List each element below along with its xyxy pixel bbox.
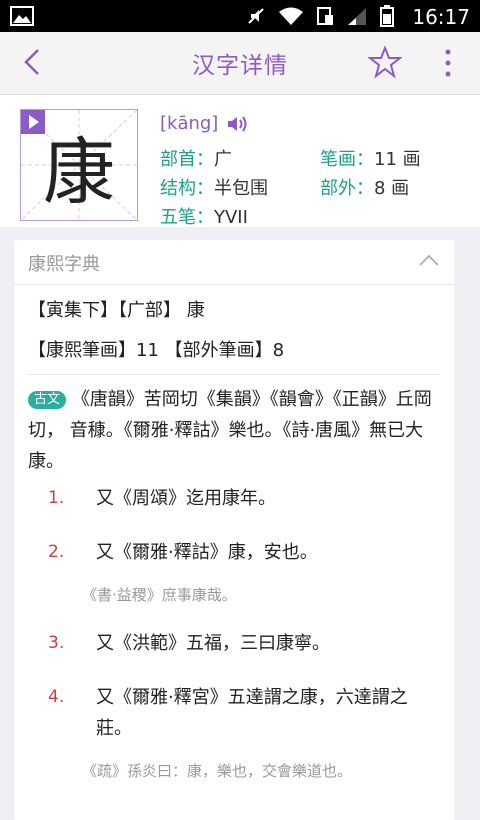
wubi-label: 五笔： [160, 207, 214, 228]
status-time: 16:17 [412, 5, 470, 29]
wubi-row: 五笔：YVII [160, 203, 248, 229]
buwai-label: 部外： [320, 178, 374, 199]
signal-icon [348, 8, 366, 25]
definition-quote: 《書·益稷》庶事康哉。 [82, 586, 237, 604]
bushou-row: 部首：广 [160, 145, 232, 171]
pinyin-row: [kāng] [160, 113, 250, 134]
bushou-value: 广 [214, 149, 232, 170]
definition-quote: 《疏》孫炎曰：康，樂也，交會樂道也。 [82, 762, 353, 780]
jiegou-value: 半包围 [214, 178, 268, 199]
bihua-label: 笔画： [320, 149, 374, 170]
bihua-value: 11 画 [374, 149, 421, 170]
wifi-icon [279, 7, 303, 25]
bihua-row: 笔画：11 画 [320, 145, 421, 171]
definition-text: 又《周頌》迄用康年。 [96, 488, 276, 509]
kangxi-card: 康熙字典 【寅集下】【广部】 康 【康熙筆画】11 【部外筆画】8 古文 《唐韻… [14, 240, 454, 820]
app-bar: 汉字详情 [0, 32, 480, 95]
star-icon[interactable] [368, 45, 402, 79]
play-icon [29, 115, 39, 129]
definition-number: 4. [48, 687, 65, 707]
kangxi-volume-line: 【寅集下】【广部】 康 [28, 300, 205, 321]
jiegou-label: 结构： [160, 178, 214, 199]
kangxi-stroke-line: 【康熙筆画】11 【部外筆画】8 [28, 340, 285, 361]
jiegou-row: 结构：半包围 [160, 174, 268, 200]
more-icon[interactable] [438, 47, 458, 79]
page-title: 汉字详情 [192, 53, 288, 79]
buwai-value: 8 画 [374, 178, 410, 199]
character-header: 康 [kāng] 部首：广 笔画：11 画 结构：半包围 部外：8 画 五笔：Y… [0, 95, 480, 229]
character-grid: 康 [20, 109, 138, 221]
image-icon [10, 6, 34, 26]
play-stroke-button[interactable] [21, 110, 45, 134]
definition-number: 2. [48, 542, 65, 562]
divider [28, 374, 440, 375]
buwai-row: 部外：8 画 [320, 174, 409, 200]
kangxi-card-header[interactable]: 康熙字典 [14, 240, 454, 285]
definition-number: 3. [48, 633, 65, 653]
kangxi-intro: 古文 《唐韻》苦岡切《集韻》《韻會》《正韻》丘岡切， 音穅。《爾雅·釋詁》樂也。… [28, 384, 440, 477]
chevron-up-icon[interactable] [418, 252, 440, 268]
speaker-icon[interactable] [226, 114, 250, 134]
status-bar: 16:17 [0, 0, 480, 32]
pinyin-text: [kāng] [160, 113, 219, 134]
guwen-badge: 古文 [28, 391, 67, 409]
mute-icon [248, 8, 264, 24]
bushou-label: 部首： [160, 149, 214, 170]
data-icon [317, 7, 333, 25]
definition-text: 又《洪範》五福，三曰康寧。 [96, 633, 330, 654]
definition-number: 1. [48, 488, 65, 508]
kangxi-card-title: 康熙字典 [28, 254, 100, 275]
wubi-value: YVII [214, 207, 248, 228]
kangxi-intro-text: 《唐韻》苦岡切《集韻》《韻會》《正韻》丘岡切， 音穅。《爾雅·釋詁》樂也。《詩·… [28, 389, 432, 472]
definition-text: 又《爾雅·釋宮》五達謂之康，六達謂之莊。 [96, 687, 408, 739]
battery-icon [380, 5, 394, 27]
definition-text: 又《爾雅·釋詁》康，安也。 [96, 542, 318, 563]
